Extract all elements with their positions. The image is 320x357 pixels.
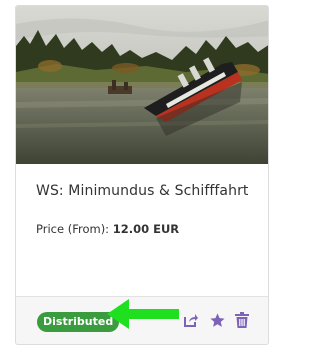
price-value: 12.00 EUR [112,222,180,236]
favorite-button[interactable] [206,309,228,331]
product-price: Price (From): 12.00 EUR [36,222,179,236]
share-icon [184,314,198,327]
price-label: Price (From): [36,222,110,236]
annotation-arrow [107,299,179,329]
product-title[interactable]: WS: Minimundus & Schifffahrt [36,183,249,199]
share-button[interactable] [180,309,202,331]
star-icon [209,312,225,327]
product-card[interactable]: WS: Minimundus & Schifffahrt Price (From… [15,5,269,345]
product-image[interactable] [16,6,269,164]
delete-button[interactable] [231,309,253,331]
trash-icon [235,312,249,328]
